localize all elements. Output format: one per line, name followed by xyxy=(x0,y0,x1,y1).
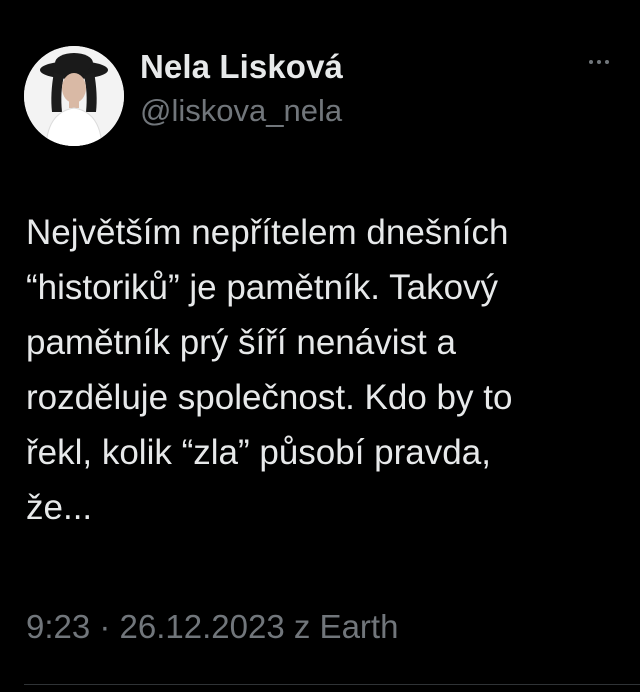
tweet-text-line: “historiků” je pamětník. Takový xyxy=(26,268,499,307)
tweet-header: Nela Lisková @liskova_nela xyxy=(0,0,640,170)
more-horizontal-icon xyxy=(589,60,593,64)
display-name[interactable]: Nela Lisková xyxy=(140,48,343,86)
divider xyxy=(24,684,640,685)
user-handle[interactable]: @liskova_nela xyxy=(140,93,342,129)
avatar[interactable] xyxy=(24,46,124,146)
tweet-text-line: že... xyxy=(26,488,93,527)
tweet-text-line: rozděluje společnost. Kdo by to xyxy=(26,378,513,417)
more-horizontal-icon xyxy=(605,60,609,64)
tweet-timestamp[interactable]: 9:23 · 26.12.2023 z Earth xyxy=(26,608,398,646)
tweet-text-line: řekl, kolik “zla” působí pravda, xyxy=(26,433,491,472)
tweet-text-line: pamětník prý šíří nenávist a xyxy=(26,323,456,362)
tweet-text-line: Největším nepřítelem dnešních xyxy=(26,213,509,252)
more-options-button[interactable] xyxy=(579,50,619,74)
tweet-text: Největším nepřítelem dnešních “historiků… xyxy=(26,205,626,535)
profile-photo-icon xyxy=(24,46,124,146)
more-horizontal-icon xyxy=(597,60,601,64)
